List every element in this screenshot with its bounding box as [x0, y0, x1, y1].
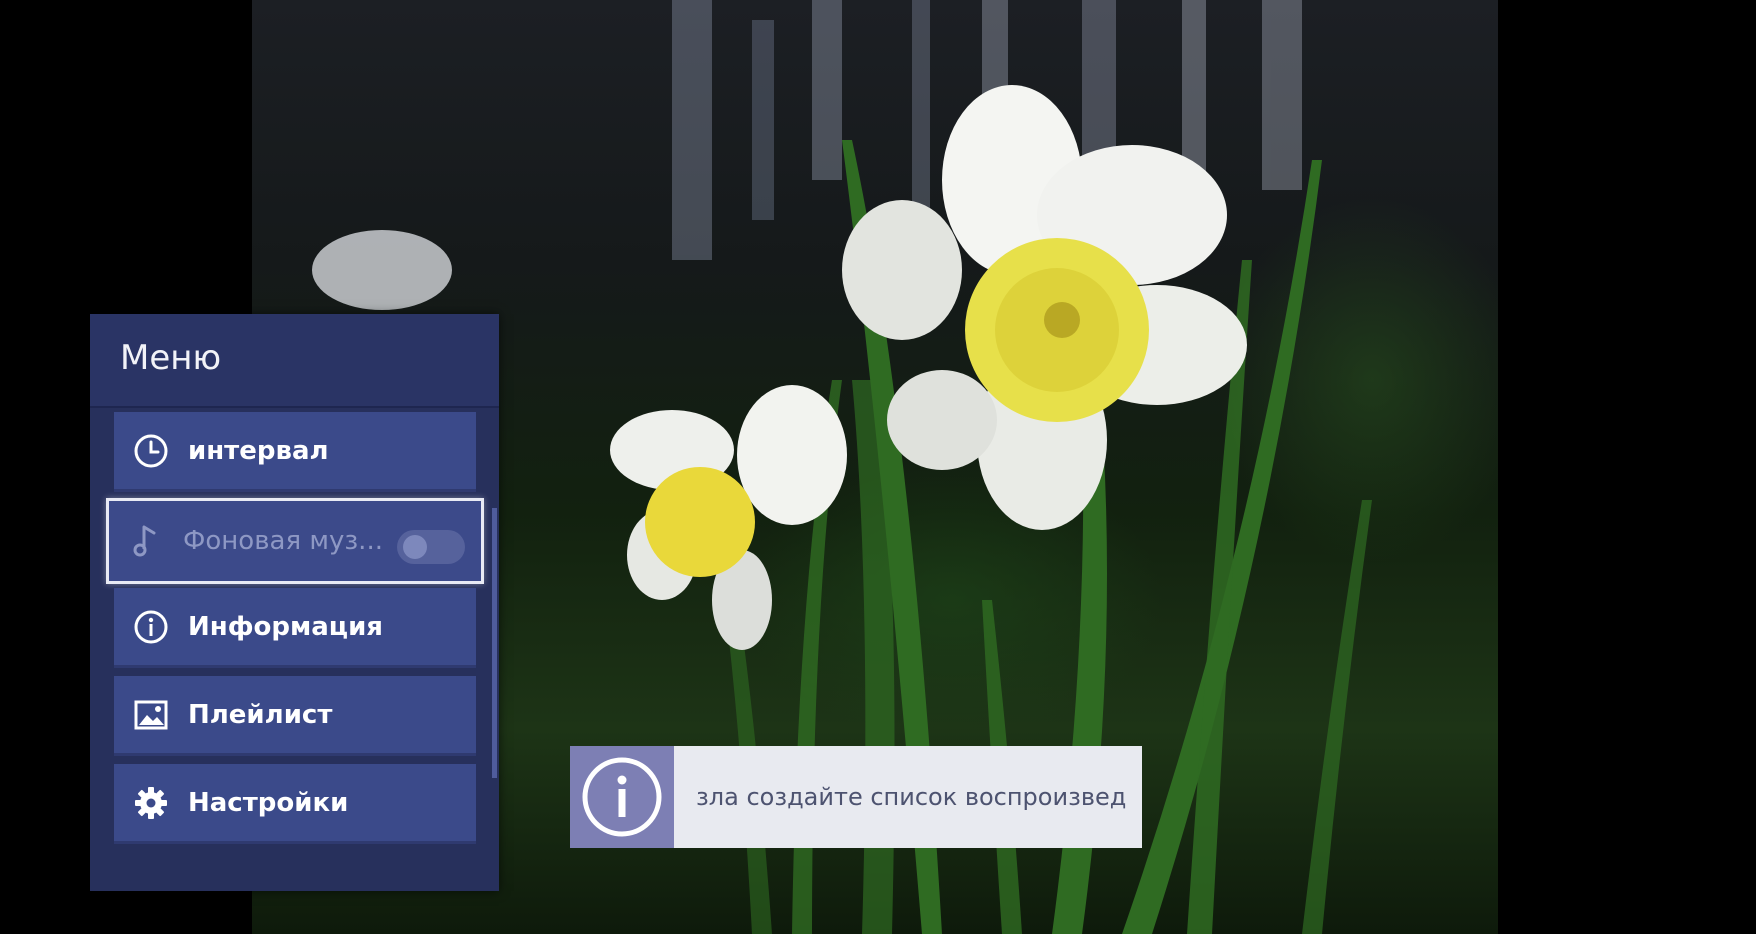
menu-item-information[interactable]: Информация	[114, 588, 476, 668]
menu-item-label: Плейлист	[188, 699, 333, 730]
menu-item-label: интервал	[188, 435, 329, 466]
toggle-knob	[403, 535, 427, 559]
tv-screen: Меню интервал Фоновая муз... Информация …	[0, 0, 1756, 934]
menu-item-label: Информация	[188, 611, 383, 642]
gear-icon	[132, 784, 170, 822]
toast-icon-box	[570, 746, 674, 848]
menu-title: Меню	[120, 338, 222, 378]
menu-scrollbar[interactable]	[492, 508, 497, 778]
toast-message: зла создайте список воспроизвед	[696, 783, 1127, 811]
menu-header: Меню	[90, 314, 499, 408]
menu-item-settings[interactable]: Настройки	[114, 764, 476, 844]
info-icon	[582, 757, 662, 837]
menu-item-background-music[interactable]: Фоновая муз...	[106, 498, 484, 584]
music-note-icon	[127, 522, 165, 560]
info-icon	[132, 608, 170, 646]
menu-item-label: Настройки	[188, 787, 349, 818]
menu-item-label: Фоновая муз...	[183, 526, 383, 556]
clock-icon	[132, 432, 170, 470]
background-music-toggle[interactable]	[397, 530, 465, 564]
image-icon	[132, 696, 170, 734]
menu-item-playlist[interactable]: Плейлист	[114, 676, 476, 756]
side-menu: Меню интервал Фоновая муз... Информация …	[90, 314, 499, 891]
info-toast: зла создайте список воспроизвед	[570, 746, 1142, 848]
menu-item-interval[interactable]: интервал	[114, 412, 476, 492]
